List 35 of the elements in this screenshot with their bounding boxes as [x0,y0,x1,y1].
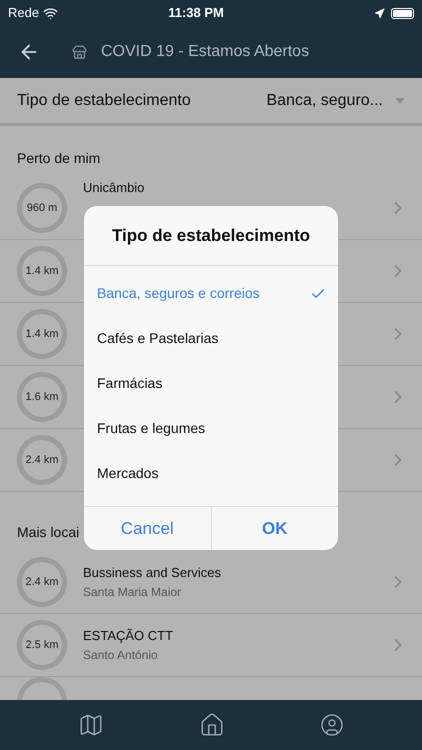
clock-text: 11:38 PM [167,4,225,22]
section-title: Perto de mim [17,149,100,168]
profile-icon[interactable] [320,713,344,737]
place-name: Bussiness and Services [83,564,222,580]
dropdown-icon [395,98,405,104]
map-icon[interactable] [78,712,104,738]
selector-value: Banca, seguro... [266,90,383,110]
home-icon[interactable] [198,712,225,738]
selector-label: Tipo de estabelecimento [17,90,192,110]
store-icon [72,44,87,60]
distance-text: 2.4 km [25,452,58,468]
dialog-option[interactable]: Farmácias [84,361,338,406]
distance-text: 1.6 km [25,390,58,405]
distance-text: 2.5 km [25,638,58,653]
distance-text: 1.4 km [25,264,58,279]
dialog-option[interactable]: Cafés e Pastelarias [84,316,338,361]
distance-text: 1.4 km [25,326,58,342]
location-icon [374,8,385,18]
dialog-option[interactable]: Mercados [84,451,338,496]
cancel-button[interactable]: Cancel [84,507,212,550]
carrier-text: Rede [8,4,40,22]
place-area: Santo António [83,646,388,662]
place-area: Santa Maria Maior [83,584,388,600]
dialog-title: Tipo de estabelecimento [112,224,310,247]
page-title: COVID 19 - Estamos Abertos [101,42,310,62]
place-name: Unicâmbio [83,180,146,196]
dialog-option[interactable]: Frutas e legumes [84,406,338,451]
place-name: ESTAÇÃO CTT [83,628,174,644]
dialog-option[interactable]: Banca, seguros e correios [84,271,338,316]
ok-button[interactable]: OK [212,507,338,550]
distance-text: 960 m [26,200,58,216]
section-title: Mais locai [17,523,80,542]
wifi-icon [43,6,58,20]
distance-text: 2.4 km [25,574,58,590]
battery-icon [391,8,414,18]
